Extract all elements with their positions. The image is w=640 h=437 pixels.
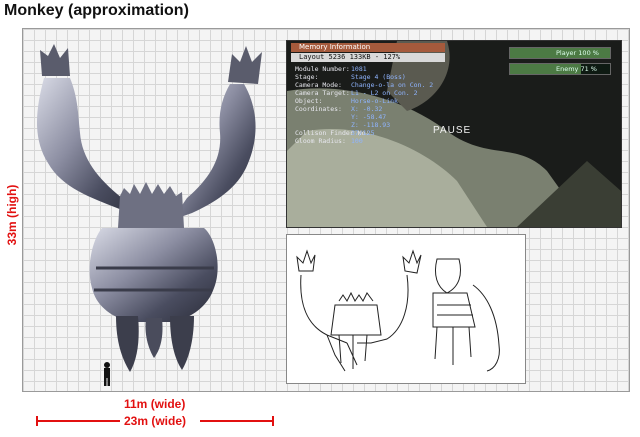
enemy-health-label: Enemy 71 %	[556, 65, 597, 73]
debug-row: Object: Horse-o-Link	[295, 97, 465, 105]
width-label-23m: 23m (wide)	[124, 414, 187, 428]
debug-row: Camera Mode: Change-o-la on Con. 2	[295, 81, 465, 89]
debug-row-value: 1081	[351, 65, 367, 73]
concept-sketch	[286, 234, 526, 384]
debug-row-value: Y: -58.47	[351, 113, 387, 121]
debug-row-label: Object:	[295, 97, 323, 105]
right-leg	[170, 316, 194, 370]
debug-row-label: Module Number:	[295, 65, 350, 73]
enemy-health-bar: Enemy 71 %	[509, 63, 611, 75]
debug-row-value: Change-o-la on Con. 2	[351, 81, 434, 89]
width-line-end-tick	[272, 416, 274, 426]
debug-row-value: 100	[351, 137, 363, 145]
left-leg	[116, 316, 139, 372]
pause-label: PAUSE	[433, 125, 472, 136]
debug-row: Stage: Stage 4 (Boss)	[295, 73, 465, 81]
width-line-right	[200, 420, 272, 422]
debug-row-label: Coordinates:	[295, 105, 342, 113]
debug-row-value: Z: -118.93	[351, 121, 391, 129]
body	[89, 228, 218, 322]
debug-row: Coordinates: X: -0.32	[295, 105, 465, 113]
player-health-label: Player 100 %	[556, 49, 599, 57]
page-title: Monkey (approximation)	[4, 2, 189, 19]
right-claw	[228, 46, 262, 84]
debug-row: Y: -58.47	[295, 113, 465, 121]
head	[118, 182, 184, 228]
debug-row-value: Stage 4 (Boss)	[351, 73, 406, 81]
debug-row-label: Stage:	[295, 73, 319, 81]
left-claw	[40, 44, 70, 76]
debug-row: Module Number: 1081	[295, 65, 465, 73]
player-health-bar: Player 100 %	[509, 47, 611, 59]
height-label: 33m (high)	[5, 184, 19, 246]
width-line-left	[38, 420, 120, 422]
debug-row-value: 37/125	[351, 129, 375, 137]
sketch-drawing	[296, 249, 500, 372]
memory-info-header: Memory Information	[291, 43, 445, 52]
debug-row-label: Gloom Radius:	[295, 137, 346, 145]
right-arm	[172, 84, 256, 220]
human-scale-figure	[104, 362, 110, 386]
width-label-11m: 11m (wide)	[124, 397, 186, 411]
debug-row-label: Camera Target:	[295, 89, 350, 97]
debug-row: Gloom Radius: 100	[295, 137, 465, 145]
debug-row-value: Horse-o-Link	[351, 97, 398, 105]
debug-row-value: X: -0.32	[351, 105, 383, 113]
debug-row-label: Camera Mode:	[295, 81, 342, 89]
debug-row: Camera Target: L1 - L2 on Con. 2	[295, 89, 465, 97]
colossus-figure	[37, 44, 262, 386]
game-screenshot: Memory Information Layout 5236 133KB - 1…	[286, 40, 622, 228]
debug-row-value: L1 - L2 on Con. 2	[351, 89, 418, 97]
layout-readout: Layout 5236 133KB - 127%	[291, 53, 445, 62]
middle-leg	[145, 318, 163, 358]
